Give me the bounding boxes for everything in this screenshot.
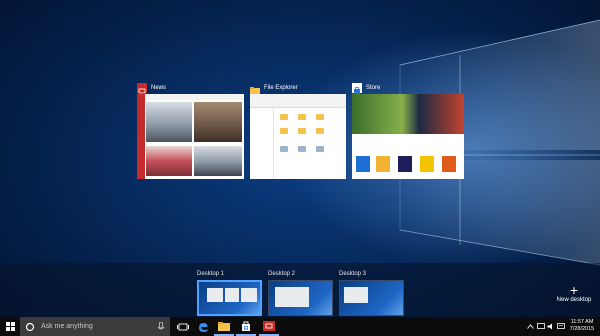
drive-icon xyxy=(316,146,324,152)
app-tile xyxy=(398,156,412,172)
action-center-icon[interactable] xyxy=(556,317,566,336)
cortana-circle-icon xyxy=(25,322,35,331)
folder-icon xyxy=(316,114,324,120)
news-photo xyxy=(146,102,192,142)
news-icon xyxy=(137,83,147,94)
window-title: Store xyxy=(366,85,381,91)
desktop-thumbnail[interactable] xyxy=(197,280,262,316)
microphone-icon[interactable] xyxy=(157,322,165,332)
news-header-bar xyxy=(145,94,244,100)
store-icon xyxy=(352,83,362,95)
mini-window xyxy=(207,288,223,302)
clock-date: 7/28/2015 xyxy=(569,326,595,332)
mini-window xyxy=(241,288,257,302)
explorer-nav-pane xyxy=(250,108,274,179)
store-icon[interactable] xyxy=(236,317,256,336)
desktop-label: Desktop 2 xyxy=(268,271,296,277)
desktop-thumbnail[interactable] xyxy=(339,280,404,316)
folder-icon xyxy=(298,128,306,134)
desktop-2[interactable]: Desktop 2 xyxy=(268,270,333,316)
folder-icon xyxy=(316,128,324,134)
window-title: File Explorer xyxy=(264,85,298,91)
plus-icon: + xyxy=(569,282,579,298)
explorer-ribbon xyxy=(250,94,346,108)
file-explorer-thumbnail xyxy=(250,94,346,179)
drive-icon xyxy=(280,146,288,152)
folder-icon xyxy=(298,114,306,120)
store-hero-banner xyxy=(352,94,464,134)
volume-icon[interactable] xyxy=(546,317,556,336)
app-tile xyxy=(420,156,434,172)
cortana-search-box[interactable]: Ask me anything xyxy=(20,317,170,336)
clock-time: 11:57 AM xyxy=(570,319,594,325)
mini-window xyxy=(344,287,368,303)
task-view-icon[interactable] xyxy=(173,317,193,336)
new-desktop-label: New desktop xyxy=(556,297,592,303)
desktop-label: Desktop 1 xyxy=(197,271,225,277)
search-placeholder: Ask me anything xyxy=(41,323,93,330)
news-photo xyxy=(194,102,242,142)
desktop-1[interactable]: Desktop 1 xyxy=(197,270,262,316)
news-sidebar xyxy=(137,94,145,179)
news-photo xyxy=(194,146,242,176)
app-tile xyxy=(356,156,370,172)
task-view-window-store[interactable]: Store xyxy=(352,82,464,179)
start-button[interactable] xyxy=(0,317,20,336)
window-header: News xyxy=(137,82,244,94)
store-thumbnail xyxy=(352,94,464,179)
task-view-window-file-explorer[interactable]: File Explorer xyxy=(250,82,346,179)
news-photo xyxy=(146,146,192,176)
mini-window xyxy=(275,287,309,307)
taskbar: Ask me anything 11:57 AM 7/28/2015 xyxy=(0,317,600,336)
news-thumbnail xyxy=(137,94,244,179)
new-desktop-button[interactable]: + New desktop xyxy=(552,283,596,303)
network-icon[interactable] xyxy=(536,317,546,336)
windows-logo-icon xyxy=(5,322,15,331)
news-icon[interactable] xyxy=(259,317,279,336)
desktop-3[interactable]: Desktop 3 xyxy=(339,270,404,316)
file-explorer-icon[interactable] xyxy=(214,317,234,336)
file-explorer-icon xyxy=(250,83,260,95)
folder-icon xyxy=(280,114,288,120)
folder-icon xyxy=(280,128,288,134)
window-header: Store xyxy=(352,82,464,95)
app-tile xyxy=(376,156,390,172)
clock[interactable]: 11:57 AM 7/28/2015 xyxy=(568,319,596,333)
desktop-label: Desktop 3 xyxy=(339,271,367,277)
task-view-window-news[interactable]: News xyxy=(137,82,244,179)
mini-window xyxy=(225,288,239,302)
window-title: News xyxy=(151,85,167,91)
window-header: File Explorer xyxy=(250,82,346,95)
desktop-thumbnail[interactable] xyxy=(268,280,333,316)
drive-icon xyxy=(298,146,306,152)
chevron-up-icon[interactable] xyxy=(525,317,535,336)
edge-icon[interactable] xyxy=(193,317,213,336)
app-tile xyxy=(442,156,456,172)
